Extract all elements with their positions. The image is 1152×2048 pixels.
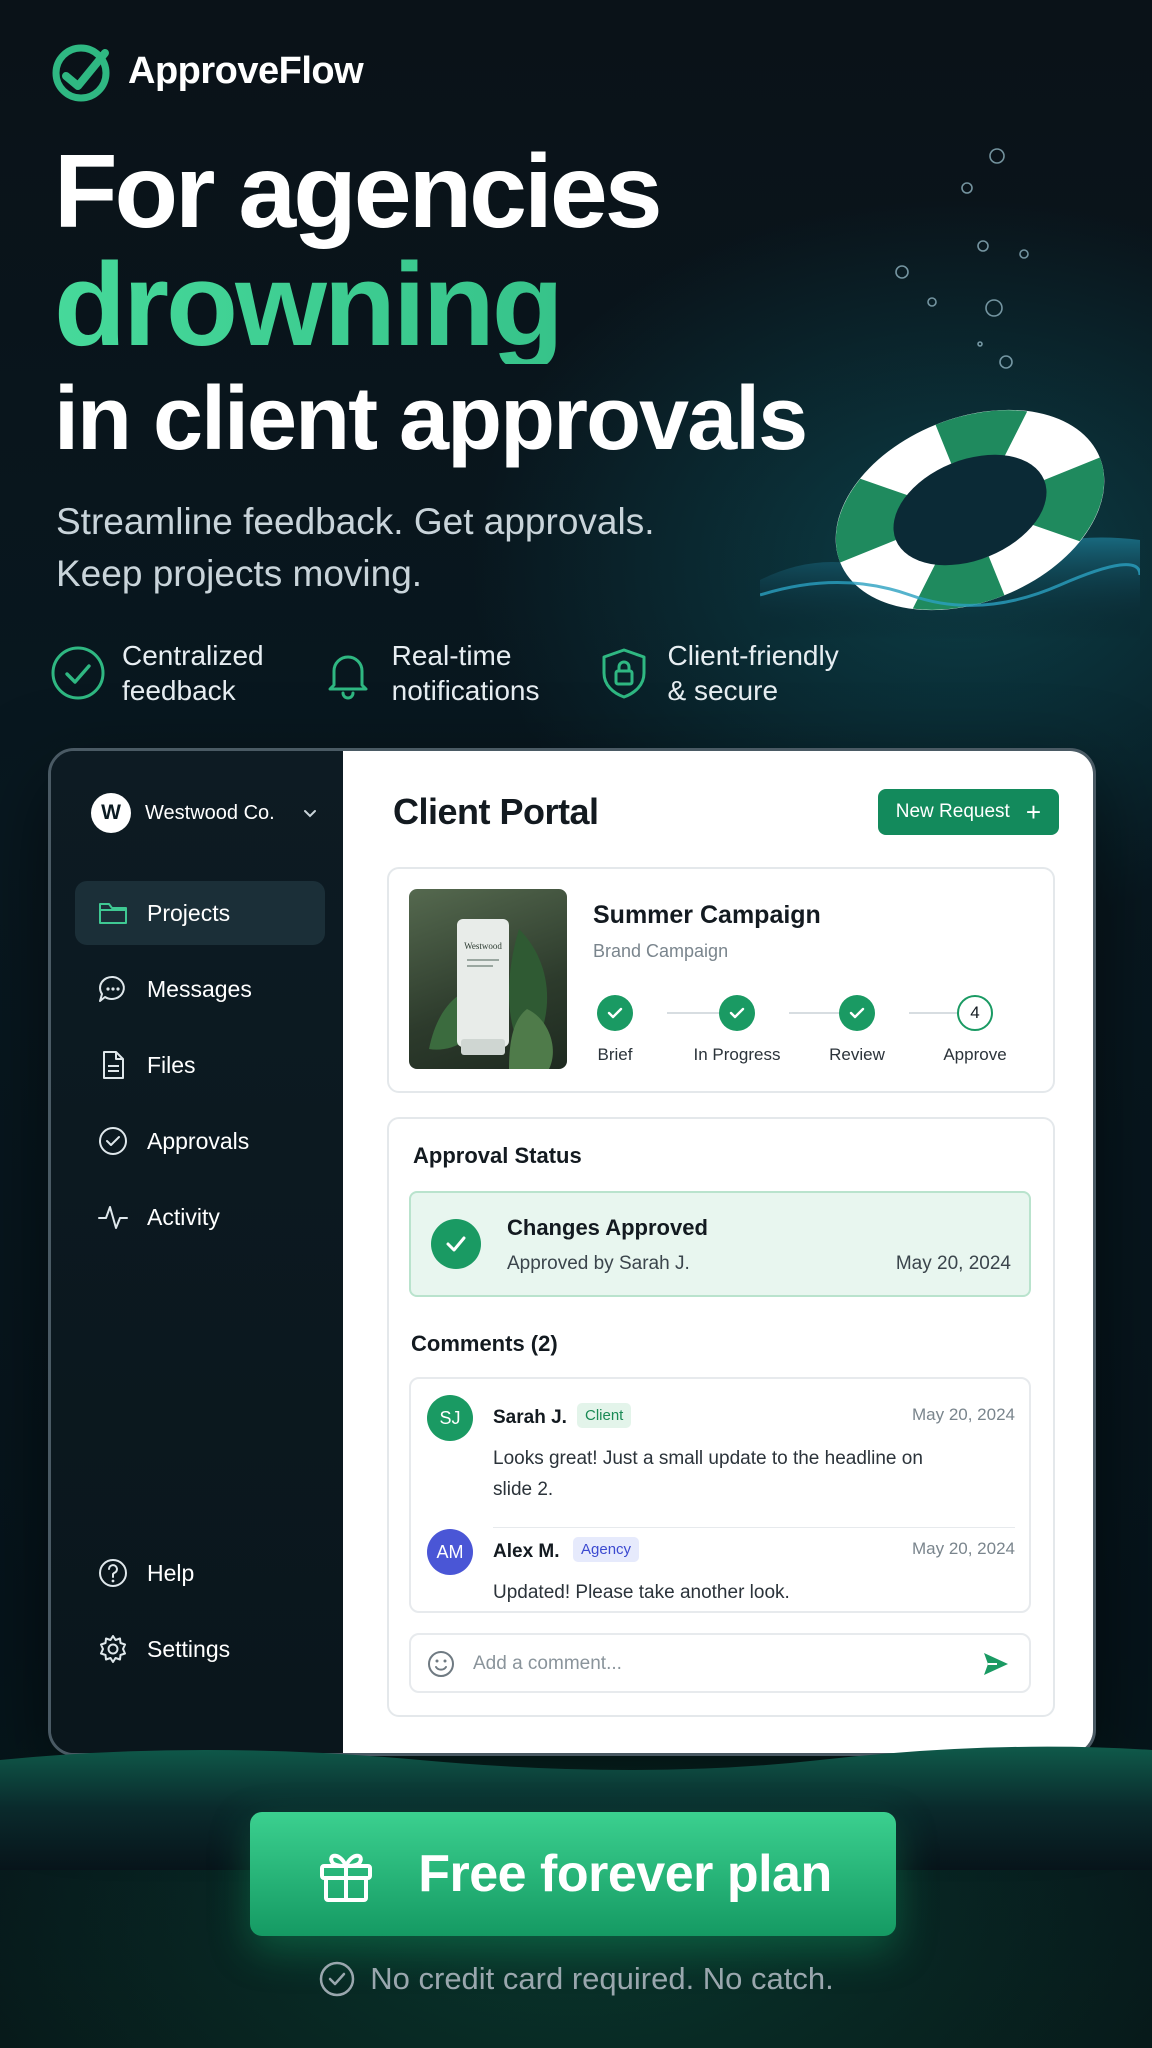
sidebar: W Westwood Co. Projects Messages Files A… [51,751,343,1753]
avatar: SJ [427,1395,473,1441]
project-name: Summer Campaign [593,901,821,929]
sidebar-item-help[interactable]: Help [75,1541,325,1605]
cta-label: Free forever plan [418,1845,832,1903]
approval-date: May 20, 2024 [895,1253,1011,1274]
chat-icon [99,975,125,1002]
feature-centralized-feedback: Centralized feedback [50,638,264,708]
check-circle-icon [320,1961,355,1997]
check-circle-icon [51,646,105,700]
comment-date: May 20, 2024 [911,1539,1015,1558]
approval-status-text: Changes Approved [507,1215,708,1240]
sidebar-item-projects[interactable]: Projects [75,881,325,945]
folder-icon [99,903,127,924]
sidebar-item-messages[interactable]: Messages [75,957,325,1021]
gear-icon [100,1635,126,1663]
file-icon [103,1051,124,1079]
emoji-icon[interactable] [427,1650,455,1678]
hero-line-1: For agencies [54,134,663,250]
approval-status-title: Approval Status [413,1143,582,1168]
sidebar-bottom-nav: Help Settings [75,1541,325,1693]
step-brief: Brief [565,995,665,1065]
approval-banner: Changes Approved Approved by Sarah J. Ma… [409,1191,1031,1297]
check-icon [597,995,633,1031]
comment-text: Updated! Please take another look. [493,1582,790,1603]
sidebar-item-settings[interactable]: Settings [75,1617,325,1681]
send-icon[interactable] [981,1649,1011,1679]
shield-lock-icon [602,648,646,699]
main-panel: Client Portal New Request + Westwood Sum… [343,751,1093,1753]
cta-note: No credit card required. No catch. [0,1960,1152,1998]
brand-logo[interactable]: ApproveFlow [50,38,364,104]
comment-text: Looks great! Just a small update to the … [493,1448,923,1500]
comments-title: Comments (2) [411,1331,558,1356]
step-review: Review [807,995,907,1065]
check-icon [719,995,755,1031]
comment-date: May 20, 2024 [911,1405,1015,1424]
avatar: AM [427,1529,473,1575]
progress-steps: Brief In Progress Review 4 Approve [593,995,1033,1075]
feature-list: Centralized feedback Real-time notificatio… [50,638,839,708]
workspace-avatar: W [91,793,131,833]
step-in-progress: In Progress [687,995,787,1065]
check-icon [431,1219,481,1269]
comments-list: SJ Sarah J. Client May 20, 2024 Looks gr… [409,1377,1031,1613]
comment-author: Alex M. [493,1541,560,1562]
role-badge-client: Client [577,1403,632,1428]
product-brand-text: Westwood [464,941,502,951]
check-circle-icon [99,1127,127,1155]
hero-line-3: in client approvals [54,369,808,469]
project-type: Brand Campaign [593,941,729,961]
project-card[interactable]: Westwood Summer Campaign Brand Campaign … [387,867,1055,1093]
project-thumbnail: Westwood [409,889,567,1069]
step-approve: 4 Approve [925,995,1025,1065]
bell-icon [328,655,368,700]
feature-client-friendly-secure: Client-friendly & secure [596,638,839,708]
activity-icon [98,1206,128,1229]
workspace-name: Westwood Co. [145,801,275,824]
sidebar-item-approvals[interactable]: Approvals [75,1109,325,1173]
comment-divider [493,1527,1015,1528]
free-plan-cta-button[interactable]: Free forever plan [250,1812,896,1936]
approval-status-card: Approval Status Changes Approved Approve… [387,1117,1055,1717]
plus-icon: + [1025,797,1041,827]
page-title: Client Portal [393,791,599,832]
hero-title: For agencies drowning in client approval… [54,134,808,469]
role-badge-agency: Agency [573,1537,640,1562]
sidebar-item-files[interactable]: Files [75,1033,325,1097]
bubbles-decoration [895,148,1029,369]
logo-check-icon [52,44,110,102]
help-icon [99,1559,127,1587]
hero-line-2: drowning [54,246,806,364]
sidebar-nav: Projects Messages Files Approvals Activi… [75,881,325,1261]
step-number: 4 [957,995,993,1031]
sidebar-item-activity[interactable]: Activity [75,1185,325,1249]
approved-by: Approved by Sarah J. [507,1253,690,1274]
product-image: Westwood [429,919,553,1069]
hero-subtitle: Streamline feedback. Get approvals. Keep… [56,501,655,594]
comment-input[interactable] [473,1645,953,1683]
check-icon [839,995,875,1031]
brand-name: ApproveFlow [128,49,364,92]
comment-author: Sarah J. [493,1407,567,1428]
chevron-down-icon [303,810,316,818]
app-mockup: W Westwood Co. Projects Messages Files A… [48,748,1096,1756]
gift-icon [320,1853,373,1902]
workspace-switcher[interactable]: W Westwood Co. [91,793,319,833]
comment-composer [409,1633,1031,1693]
lifebuoy-illustration [760,409,1140,640]
feature-realtime-notifications: Real-time notifications [320,638,540,708]
new-request-button[interactable]: New Request + [877,789,1059,835]
